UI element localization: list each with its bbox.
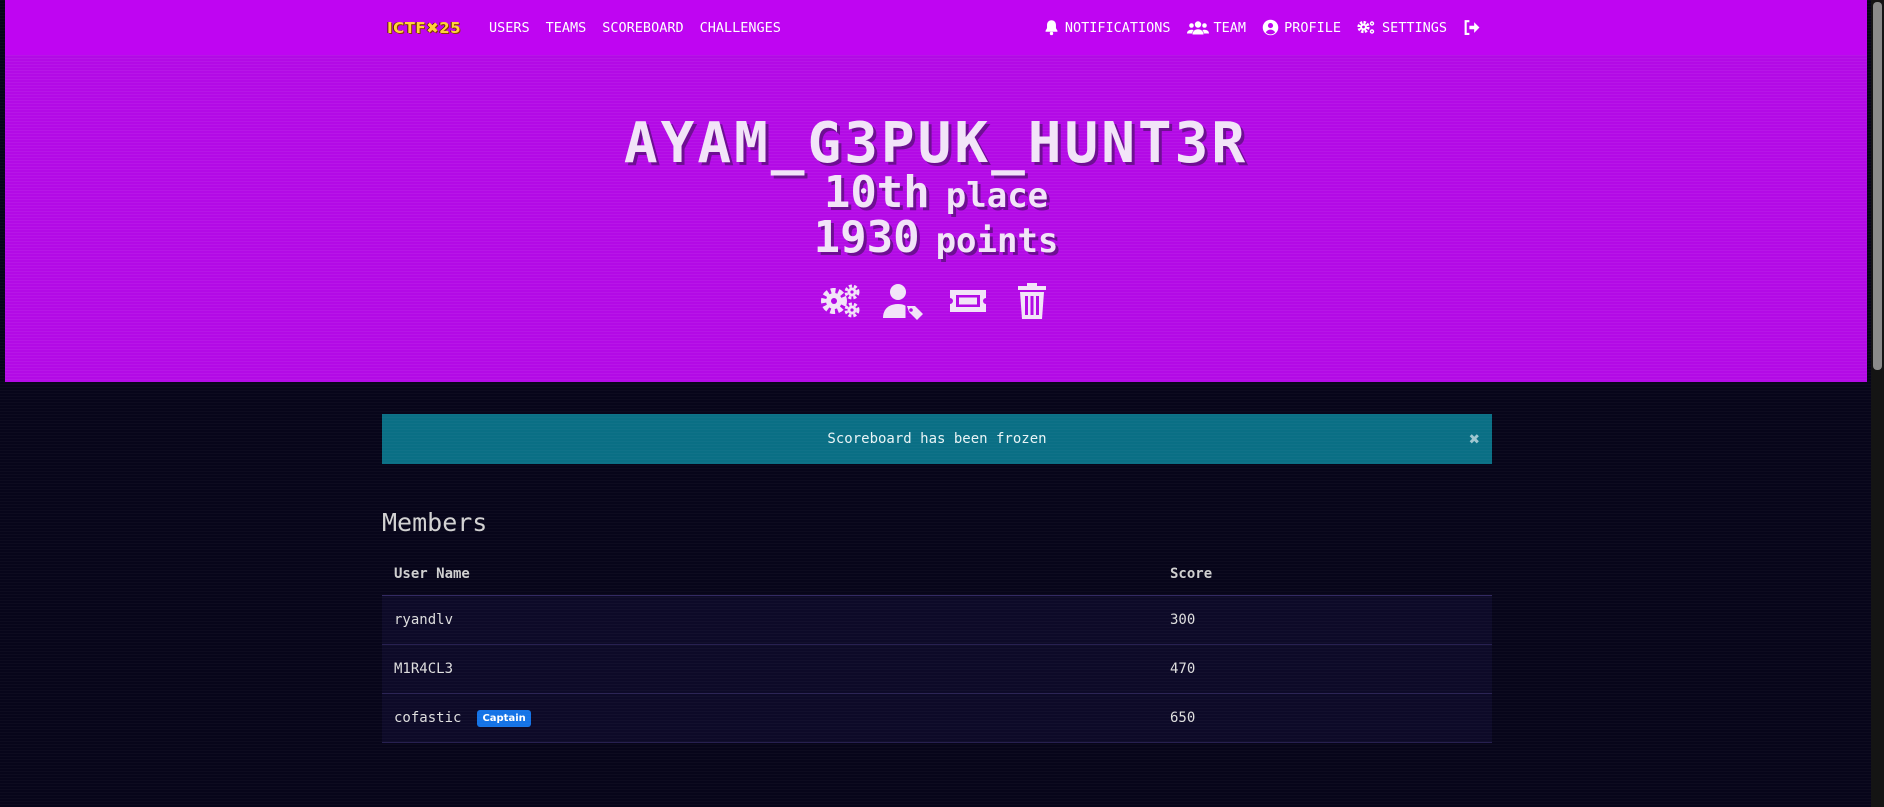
user-circle-icon xyxy=(1262,19,1279,36)
brand-logo[interactable]: ICTF✖25 xyxy=(387,19,461,37)
nav-team[interactable]: Team xyxy=(1186,19,1247,36)
member-name-cell: ryandlv xyxy=(382,612,1158,628)
user-tag-icon[interactable] xyxy=(883,282,925,320)
table-row: ryandlv 300 xyxy=(382,596,1492,645)
nav-profile[interactable]: Profile xyxy=(1262,19,1341,36)
nav-notifications-label: Notifications xyxy=(1064,19,1171,36)
team-place: 10th place xyxy=(5,167,1867,218)
nav-link-teams[interactable]: Teams xyxy=(546,20,587,36)
column-header-score: Score xyxy=(1170,565,1213,582)
cogs-icon xyxy=(1357,19,1377,36)
captain-badge: Captain xyxy=(477,709,531,727)
points-value: 1930 xyxy=(813,212,920,263)
member-name-link[interactable]: cofastic xyxy=(394,710,461,726)
place-value: 10th xyxy=(823,167,930,218)
points-label: points xyxy=(935,221,1059,261)
nav-team-label: Team xyxy=(1213,19,1247,36)
users-icon xyxy=(1186,19,1209,36)
nav-link-challenges[interactable]: Challenges xyxy=(700,20,781,36)
nav-logout[interactable] xyxy=(1463,19,1485,36)
nav-link-scoreboard[interactable]: Scoreboard xyxy=(602,20,683,36)
settings-icon[interactable] xyxy=(819,282,861,320)
place-label: place xyxy=(945,176,1049,216)
member-name-link[interactable]: M1R4CL3 xyxy=(394,661,453,677)
table-row: M1R4CL3 470 xyxy=(382,645,1492,694)
table-header: User Name Score xyxy=(382,552,1492,596)
member-score: 470 xyxy=(1170,661,1196,677)
member-name-cell: cofastic Captain xyxy=(382,709,1158,727)
top-navbar: ICTF✖25 Users Teams Scoreboard Challenge… xyxy=(5,0,1867,55)
nav-notifications[interactable]: Notifications xyxy=(1043,19,1171,36)
members-heading: Members xyxy=(382,508,488,537)
nav-profile-label: Profile xyxy=(1284,19,1341,36)
table-row: cofastic Captain 650 xyxy=(382,694,1492,743)
nav-settings-label: Settings xyxy=(1381,19,1447,36)
column-header-user-name: User Name xyxy=(394,565,470,582)
bell-icon xyxy=(1043,19,1060,36)
scoreboard-frozen-alert: Scoreboard has been frozen ✖ xyxy=(382,414,1492,464)
member-score: 650 xyxy=(1170,710,1196,726)
scrollbar-thumb[interactable] xyxy=(1873,2,1882,370)
member-name-link[interactable]: ryandlv xyxy=(394,612,453,628)
navbar-right: Notifications Team Profile Settings xyxy=(1027,19,1485,36)
alert-message: Scoreboard has been frozen xyxy=(827,431,1047,447)
team-actions xyxy=(5,282,1867,320)
ticket-icon[interactable] xyxy=(947,282,989,320)
team-points: 1930 points xyxy=(5,212,1867,263)
member-name-cell: M1R4CL3 xyxy=(382,661,1158,677)
members-table: User Name Score ryandlv 300 M1R4CL3 470 … xyxy=(382,552,1492,743)
member-score: 300 xyxy=(1170,612,1196,628)
sign-out-icon xyxy=(1463,19,1480,36)
nav-link-users[interactable]: Users xyxy=(489,20,530,36)
trash-icon[interactable] xyxy=(1011,282,1053,320)
team-hero: AYAM_G3PUK_HUNT3R 10th place 1930 points xyxy=(5,55,1867,382)
close-icon[interactable]: ✖ xyxy=(1469,429,1480,450)
nav-settings[interactable]: Settings xyxy=(1357,19,1447,36)
navbar-inner: ICTF✖25 Users Teams Scoreboard Challenge… xyxy=(387,0,1485,55)
